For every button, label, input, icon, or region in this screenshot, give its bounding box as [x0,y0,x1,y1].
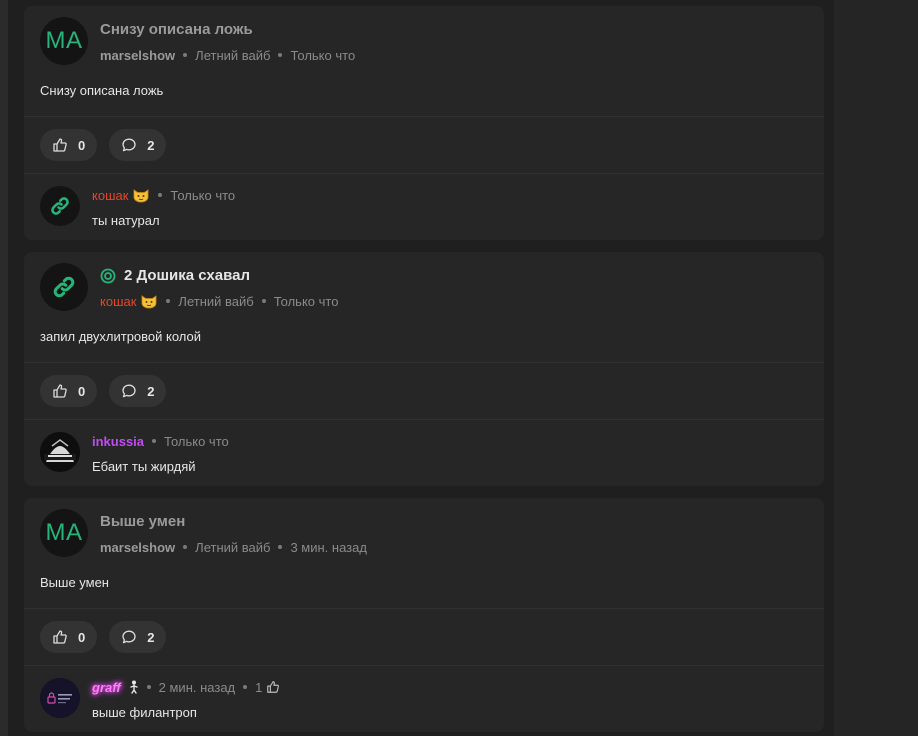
post-title[interactable]: 2 Дошика схавал [100,266,808,286]
like-count: 0 [78,137,86,153]
like-button[interactable]: 0 [40,375,98,407]
post-title[interactable]: Выше умен [100,512,808,532]
separator-dot [261,299,266,303]
post-feed: MA Снизу описана ложь marselshow Летний … [24,6,824,736]
like-button[interactable]: 0 [40,621,98,653]
comment-text: Ебаит ты жирдяй [92,459,196,474]
commenter-avatar[interactable] [40,432,80,472]
latest-comment: inkussia Только что Ебаит ты жирдяй [24,420,824,486]
comment-bubble-icon [122,630,136,644]
link-icon [53,276,75,298]
thumbs-up-icon [53,384,67,398]
comment-bubble-icon [122,138,136,152]
comment-text: выше филантроп [92,705,197,720]
post-meta: marselshow Летний вайб 3 мин. назад [100,538,808,556]
post-title[interactable]: Снизу описана ложь [100,20,808,40]
post-header: MA Выше умен marselshow Летний вайб 3 ми… [24,498,824,566]
separator-dot [183,545,188,549]
lock-avatar-icon [40,678,80,718]
post-body: запил двухлитровой колой [40,329,202,344]
post-time: Только что [273,293,339,309]
latest-comment: кошак Только что ты натурал [24,174,824,240]
target-badge-icon [100,268,116,284]
post-actions: 0 2 [24,117,824,173]
community-tag[interactable]: Летний вайб [178,294,253,309]
comment-meta: inkussia Только что [92,432,808,450]
post-body: Снизу описана ложь [40,83,164,98]
author-link[interactable]: кошак [100,294,136,309]
comment-count: 2 [147,629,155,645]
comment-likes[interactable]: 1 [255,680,280,695]
comment-like-count: 1 [255,679,263,695]
separator-dot [278,545,283,549]
like-count: 0 [78,383,86,399]
cat-emoji-icon [140,293,158,309]
thumbs-up-icon [53,630,67,644]
commenter-name[interactable]: inkussia [92,434,144,449]
comment-bubble-icon [122,384,136,398]
figure-emoji-icon [129,680,139,694]
like-button[interactable]: 0 [40,129,98,161]
avatar[interactable]: MA [40,509,88,557]
post-actions: 0 2 [24,363,824,419]
community-tag[interactable]: Летний вайб [195,540,270,555]
avatar-initials: MA [45,519,83,546]
separator-dot [152,439,157,443]
left-panel-edge [0,0,8,736]
comment-meta: graff 2 мин. назад 1 [92,678,808,696]
author-link[interactable]: marselshow [100,48,175,63]
page: MA Снизу описана ложь marselshow Летний … [0,0,918,736]
post-meta: marselshow Летний вайб Только что [100,46,808,64]
link-icon [51,197,69,215]
commenter-name[interactable]: кошак [92,188,128,203]
comment-time: Только что [164,433,229,449]
comment-count: 2 [147,383,155,399]
separator-dot [146,685,151,689]
post-body: Выше умен [40,575,109,590]
comment-text: ты натурал [92,213,160,228]
comment-count: 2 [147,137,155,153]
comments-button[interactable]: 2 [109,129,167,161]
separator-dot [278,53,283,57]
community-tag[interactable]: Летний вайб [195,48,270,63]
comments-button[interactable]: 2 [109,621,167,653]
commenter-avatar[interactable] [40,678,80,718]
avatar-initials: MA [45,27,83,54]
post-card: 2 Дошика схавал кошак Летний вайб Только… [24,252,824,486]
post-time: 3 мин. назад [290,539,367,555]
comment-meta: кошак Только что [92,186,808,204]
separator-dot [158,193,163,197]
post-card: MA Выше умен marselshow Летний вайб 3 ми… [24,498,824,732]
commenter-name[interactable]: graff [92,680,121,695]
post-meta: кошак Летний вайб Только что [100,292,808,310]
post-card: MA Снизу описана ложь marselshow Летний … [24,6,824,240]
post-header: MA Снизу описана ложь marselshow Летний … [24,6,824,74]
post-header: 2 Дошика схавал кошак Летний вайб Только… [24,252,824,320]
avatar[interactable]: MA [40,17,88,65]
latest-comment: graff 2 мин. назад 1 выше филантроп [24,666,824,732]
commenter-avatar[interactable] [40,186,80,226]
thumbs-up-icon [53,138,67,152]
right-panel [834,0,918,736]
post-actions: 0 2 [24,609,824,665]
thumbs-up-icon [267,681,280,693]
separator-dot [183,53,188,57]
separator-dot [166,299,171,303]
dark-graphic-avatar-icon [40,432,80,472]
comment-time: Только что [170,187,236,203]
avatar[interactable] [40,263,88,311]
comments-button[interactable]: 2 [109,375,167,407]
separator-dot [243,685,248,689]
author-link[interactable]: marselshow [100,540,175,555]
cat-emoji-icon [132,187,150,203]
comment-time: 2 мин. назад [158,679,236,695]
like-count: 0 [78,629,86,645]
post-time: Только что [290,47,356,63]
post-title-text: 2 Дошика схавал [124,267,251,284]
